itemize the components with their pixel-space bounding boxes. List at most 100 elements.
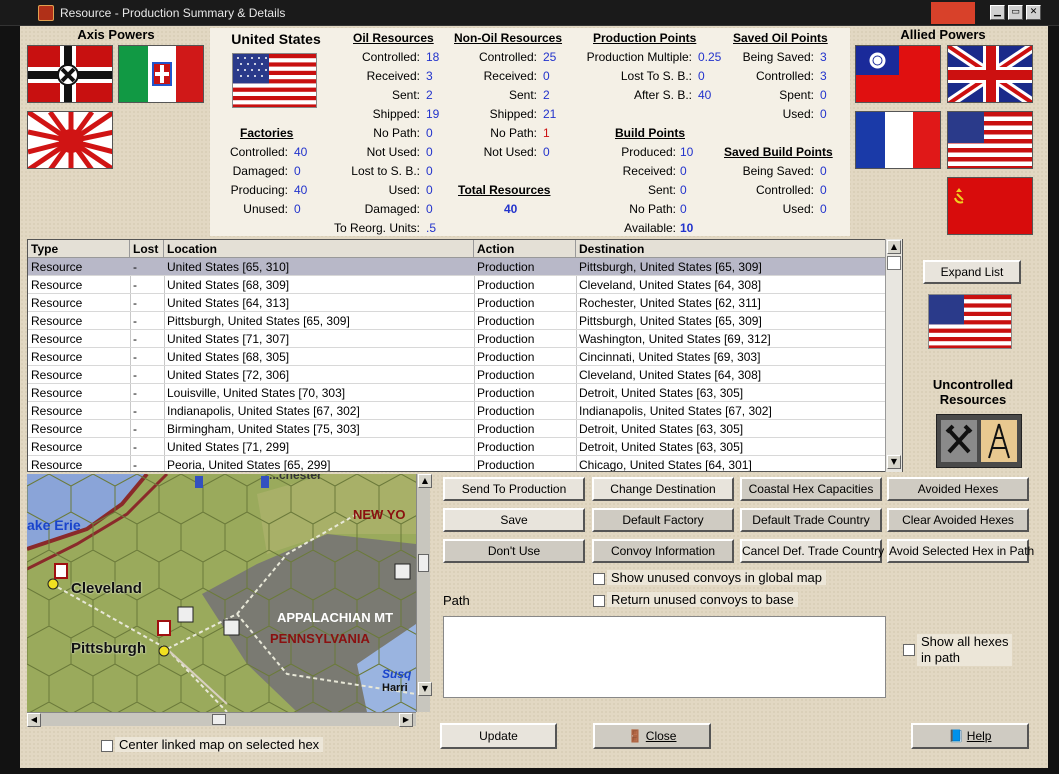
usa-allied-flag[interactable] xyxy=(947,111,1033,169)
map-scroll-down-icon[interactable]: ▼ xyxy=(418,682,432,696)
close-window-button[interactable]: ✕ xyxy=(1026,5,1041,20)
update-button[interactable]: Update xyxy=(440,723,557,749)
map-label-pennsylvania: PENNSYLVANIA xyxy=(270,631,370,646)
germany-flag[interactable] xyxy=(27,45,113,103)
col-header-location[interactable]: Location xyxy=(164,240,474,258)
table-row[interactable]: Resource - Indianapolis, United States [67… xyxy=(28,402,886,420)
avoid-selected-hex-button[interactable]: Avoid Selected Hex in Path xyxy=(887,539,1034,563)
cancel-default-trade-country-button[interactable]: Cancel Def. Trade Country xyxy=(740,539,884,563)
avoided-hexes-button[interactable]: Avoided Hexes xyxy=(887,477,1029,501)
factories-row-value: 40 xyxy=(294,183,308,197)
oil-derrick-icon[interactable] xyxy=(981,420,1017,462)
oil-row-value: 0 xyxy=(426,145,433,159)
table-cell: Resource xyxy=(31,332,83,346)
table-scrollbar[interactable]: ▲ ▼ xyxy=(885,239,902,472)
close-button[interactable]: 🚪 Close xyxy=(593,723,711,749)
china-flag[interactable] xyxy=(855,45,941,103)
table-cell: Birmingham, United States [75, 303] xyxy=(167,422,360,436)
convoy-information-button[interactable]: Convoy Information xyxy=(592,539,734,563)
table-row[interactable]: Resource - United States [65, 310] Producti… xyxy=(28,258,886,276)
path-label: Path xyxy=(443,593,470,608)
center-map-checkbox[interactable] xyxy=(101,740,113,752)
usa-side-flag xyxy=(928,294,1012,349)
usa-allied-flag-graphic xyxy=(948,112,1032,168)
mine-icon[interactable] xyxy=(941,420,977,462)
dont-use-button[interactable]: Don't Use xyxy=(443,539,585,563)
buildpoints-row-label: Produced: xyxy=(621,145,676,159)
table-cell: - xyxy=(133,422,137,436)
table-row[interactable]: Resource - Peoria, United States [65, 299]… xyxy=(28,456,886,471)
nonoil-row-label: No Path: xyxy=(490,126,537,140)
show-unused-global-checkbox[interactable] xyxy=(593,573,605,585)
table-cell: Production xyxy=(477,386,535,400)
table-row[interactable]: Resource - United States [68, 305] Producti… xyxy=(28,348,886,366)
path-box[interactable] xyxy=(443,616,886,698)
map-scroll-left-icon[interactable]: ◀ xyxy=(27,713,41,727)
ussr-flag[interactable] xyxy=(947,177,1033,235)
scroll-up-icon[interactable]: ▲ xyxy=(887,240,901,254)
col-header-lost[interactable]: Lost xyxy=(130,240,164,258)
germany-flag-graphic xyxy=(28,46,112,102)
table-row[interactable]: Resource - Louisville, United States [70, … xyxy=(28,384,886,402)
help-button[interactable]: 📘 Help xyxy=(911,723,1029,749)
uncontrolled-line-2: Resources xyxy=(939,392,1007,407)
col-header-type[interactable]: Type xyxy=(28,240,130,258)
clear-avoided-hexes-button[interactable]: Clear Avoided Hexes xyxy=(887,508,1029,532)
savedoil-row-label: Controlled: xyxy=(755,69,814,83)
table-cell: Resource xyxy=(31,368,83,382)
nonoil-row-label: Not Used: xyxy=(483,145,537,159)
table-cell: United States [71, 307] xyxy=(167,332,290,346)
table-row[interactable]: Resource - United States [64, 313] Producti… xyxy=(28,294,886,312)
return-unused-checkbox[interactable] xyxy=(593,595,605,607)
minimize-button[interactable]: ▁ xyxy=(990,5,1005,20)
default-trade-country-button[interactable]: Default Trade Country xyxy=(740,508,882,532)
linked-map[interactable]: ake Erie Cleveland Pittsburgh NEW YO APP… xyxy=(27,474,416,712)
nonoil-row-value: 0 xyxy=(543,145,550,159)
buildpoints-row-value: 0 xyxy=(680,164,687,178)
table-cell: Resource xyxy=(31,440,83,454)
france-flag[interactable] xyxy=(855,111,941,169)
close-button-label: Close xyxy=(645,729,677,743)
nonoil-resources-header: Non-Oil Resources xyxy=(454,31,563,45)
italy-flag[interactable] xyxy=(118,45,204,103)
allied-powers-title: Allied Powers xyxy=(900,27,986,42)
savedoil-row-value: 3 xyxy=(820,50,827,64)
resource-table[interactable]: Type Lost Location Action Destination Re… xyxy=(27,239,903,472)
table-cell: Cleveland, United States [64, 308] xyxy=(579,368,762,382)
map-vscroll[interactable]: ▲ ▼ xyxy=(416,474,432,712)
map-hscroll[interactable]: ◀ ▶ xyxy=(27,712,416,727)
map-hscroll-thumb[interactable] xyxy=(212,714,226,725)
left-frame xyxy=(0,26,20,774)
default-factory-button[interactable]: Default Factory xyxy=(592,508,734,532)
axis-powers-title: Axis Powers xyxy=(77,27,155,42)
table-row[interactable]: Resource - United States [71, 307] Producti… xyxy=(28,330,886,348)
save-button[interactable]: Save xyxy=(443,508,585,532)
table-row[interactable]: Resource - Birmingham, United States [75, … xyxy=(28,420,886,438)
change-destination-button[interactable]: Change Destination xyxy=(592,477,734,501)
table-row[interactable]: Resource - United States [71, 299] Producti… xyxy=(28,438,886,456)
map-scroll-up-icon[interactable]: ▲ xyxy=(418,474,432,488)
send-to-production-button[interactable]: Send To Production xyxy=(443,477,585,501)
map-vscroll-thumb[interactable] xyxy=(418,554,429,572)
map-scroll-right-icon[interactable]: ▶ xyxy=(399,713,413,727)
table-cell: Indianapolis, United States [67, 302] xyxy=(167,404,360,418)
oil-row-label: Lost to S. B.: xyxy=(351,164,420,178)
table-row[interactable]: Resource - Pittsburgh, United States [65, … xyxy=(28,312,886,330)
scroll-down-icon[interactable]: ▼ xyxy=(887,455,901,469)
uk-flag[interactable] xyxy=(947,45,1033,103)
table-row[interactable]: Resource - United States [72, 306] Producti… xyxy=(28,366,886,384)
restore-button[interactable]: ▭ xyxy=(1008,5,1023,20)
saved-build-points-header: Saved Build Points xyxy=(724,145,833,159)
table-cell: Production xyxy=(477,350,535,364)
nonoil-row-label: Shipped: xyxy=(489,107,537,121)
japan-flag[interactable] xyxy=(27,111,113,169)
scroll-thumb[interactable] xyxy=(887,256,901,270)
table-row[interactable]: Resource - United States [68, 309] Producti… xyxy=(28,276,886,294)
col-header-action[interactable]: Action xyxy=(474,240,576,258)
coastal-hex-capacities-button[interactable]: Coastal Hex Capacities xyxy=(740,477,882,501)
show-all-hexes-checkbox[interactable] xyxy=(903,644,915,656)
col-header-destination[interactable]: Destination xyxy=(576,240,886,258)
table-cell: Cleveland, United States [64, 308] xyxy=(579,278,762,292)
show-all-hexes-label: Show all hexes in path xyxy=(917,634,1013,666)
expand-list-button[interactable]: Expand List xyxy=(923,260,1021,284)
